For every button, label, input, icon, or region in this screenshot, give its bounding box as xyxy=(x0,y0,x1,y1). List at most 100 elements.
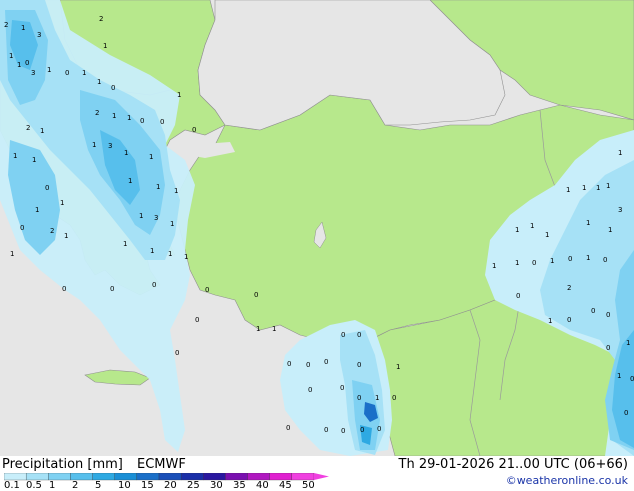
legend-swatch xyxy=(291,473,315,481)
precip-value-label: 1 xyxy=(92,141,96,149)
precip-value-label: 1 xyxy=(60,199,64,207)
precip-value-label: 2 xyxy=(95,109,99,117)
precip-value-label: 1 xyxy=(184,253,188,261)
precip-value-label: 1 xyxy=(124,149,128,157)
precip-value-label: 1 xyxy=(40,127,44,135)
precip-value-label: 0 xyxy=(392,394,396,402)
precip-value-label: 1 xyxy=(170,220,174,228)
precip-value-label: 1 xyxy=(150,247,154,255)
precip-value-label: 1 xyxy=(112,112,116,120)
precip-value-label: 0 xyxy=(192,126,196,134)
legend-swatch xyxy=(136,473,160,481)
precip-value-label: 1 xyxy=(64,232,68,240)
precip-value-label: 0 xyxy=(324,358,328,366)
precip-value-label: 2 xyxy=(4,21,8,29)
precip-value-label: 0 xyxy=(65,69,69,77)
legend-swatch xyxy=(158,473,182,481)
precip-value-label: 1 xyxy=(17,61,21,69)
legend-swatch xyxy=(25,473,49,481)
precip-value-label: 1 xyxy=(608,226,612,234)
precip-value-label: 3 xyxy=(37,31,41,39)
legend-tick-label: 45 xyxy=(279,480,292,491)
legend-tick-label: 2 xyxy=(72,480,79,491)
precip-value-label: 0 xyxy=(624,409,628,417)
precip-value-label: 0 xyxy=(357,331,361,339)
precip-value-label: 1 xyxy=(548,317,552,325)
precip-value-label: 1 xyxy=(545,231,549,239)
precip-value-label: 1 xyxy=(582,184,586,192)
precip-value-label: 2 xyxy=(567,284,571,292)
precip-value-label: 0 xyxy=(630,375,634,383)
precip-value-label: 1 xyxy=(177,91,181,99)
precip-value-label: 0 xyxy=(606,311,610,319)
precip-value-label: 0 xyxy=(254,291,258,299)
precip-value-label: 0 xyxy=(357,361,361,369)
legend-tick-label: 50 xyxy=(302,480,315,491)
precip-value-label: 1 xyxy=(626,339,630,347)
precip-value-label: 1 xyxy=(586,254,590,262)
precip-value-label: 0 xyxy=(175,349,179,357)
legend-swatch xyxy=(92,473,115,481)
precip-value-label: 3 xyxy=(154,214,158,222)
precip-value-label: 0 xyxy=(140,117,144,125)
precip-value-label: 0 xyxy=(377,425,381,433)
precip-value-label: 0 xyxy=(287,360,291,368)
legend-tick-label: 20 xyxy=(164,480,177,491)
precip-value-label: 1 xyxy=(617,372,621,380)
precip-value-label: 0 xyxy=(45,184,49,192)
precip-value-label: 1 xyxy=(128,177,132,185)
precip-value-label: 1 xyxy=(149,153,153,161)
precip-value-label: 2 xyxy=(50,227,54,235)
legend-swatch xyxy=(269,473,293,481)
precip-value-label: 1 xyxy=(375,394,379,402)
precip-value-label: 3 xyxy=(618,206,622,214)
precipitation-map: 2 1 3 1 0 1 3 1 0 2 1 1 1 0 1 1 2 1 1 1 0 2 1 1 0 1 3 1 1 1 1 1 1 3 1 1 1 1 0 1… xyxy=(0,0,634,456)
legend-swatch xyxy=(247,473,270,481)
precip-value-label: 1 xyxy=(139,212,143,220)
map-title: Precipitation [mm] xyxy=(2,457,123,472)
legend-swatch xyxy=(203,473,226,481)
precip-value-label: 0 xyxy=(340,384,344,392)
precip-value-label: 2 xyxy=(99,15,103,23)
precip-value-label: 0 xyxy=(591,307,595,315)
precip-value-label: 0 xyxy=(20,224,24,232)
legend-swatch xyxy=(48,473,71,481)
legend-swatch xyxy=(114,473,138,481)
precip-value-label: 0 xyxy=(357,394,361,402)
precip-value-label: 1 xyxy=(606,182,610,190)
legend-tick-label: 40 xyxy=(256,480,269,491)
legend-tick-label: 0.1 xyxy=(4,480,20,491)
copyright-link[interactable]: ©weatheronline.co.uk xyxy=(506,474,628,487)
legend-tick-label: 35 xyxy=(233,480,246,491)
precip-value-label: 1 xyxy=(550,257,554,265)
precip-value-label: 1 xyxy=(174,187,178,195)
precip-value-label: 1 xyxy=(618,149,622,157)
precip-value-label: 2 xyxy=(26,124,30,132)
legend-swatch xyxy=(225,473,248,481)
precip-value-label: 1 xyxy=(10,250,14,258)
precip-value-label: 0 xyxy=(606,344,610,352)
precip-value-label: 1 xyxy=(21,24,25,32)
legend-tick-label: 15 xyxy=(141,480,154,491)
precip-value-label: 0 xyxy=(205,286,209,294)
legend-tick-label: 30 xyxy=(210,480,223,491)
precip-value-label: 0 xyxy=(160,118,164,126)
precip-value-label: 1 xyxy=(168,250,172,258)
precip-value-label: 0 xyxy=(286,424,290,432)
precip-value-label: 1 xyxy=(396,363,400,371)
legend-tick-label: 0.5 xyxy=(26,480,42,491)
model-name: ECMWF xyxy=(137,457,186,472)
precip-value-label: 1 xyxy=(256,325,260,333)
legend-swatch xyxy=(70,473,93,481)
legend-swatch xyxy=(180,473,204,481)
precip-value-label: 0 xyxy=(308,386,312,394)
precip-value-label: 1 xyxy=(35,206,39,214)
precip-value-label: 1 xyxy=(566,186,570,194)
precip-value-label: 1 xyxy=(596,184,600,192)
precip-value-label: 1 xyxy=(32,156,36,164)
precip-value-label: 1 xyxy=(47,66,51,74)
precip-value-label: 1 xyxy=(103,42,107,50)
legend-tick-label: 10 xyxy=(118,480,131,491)
precip-value-label: 1 xyxy=(82,69,86,77)
legend-overflow-arrow xyxy=(314,473,329,480)
